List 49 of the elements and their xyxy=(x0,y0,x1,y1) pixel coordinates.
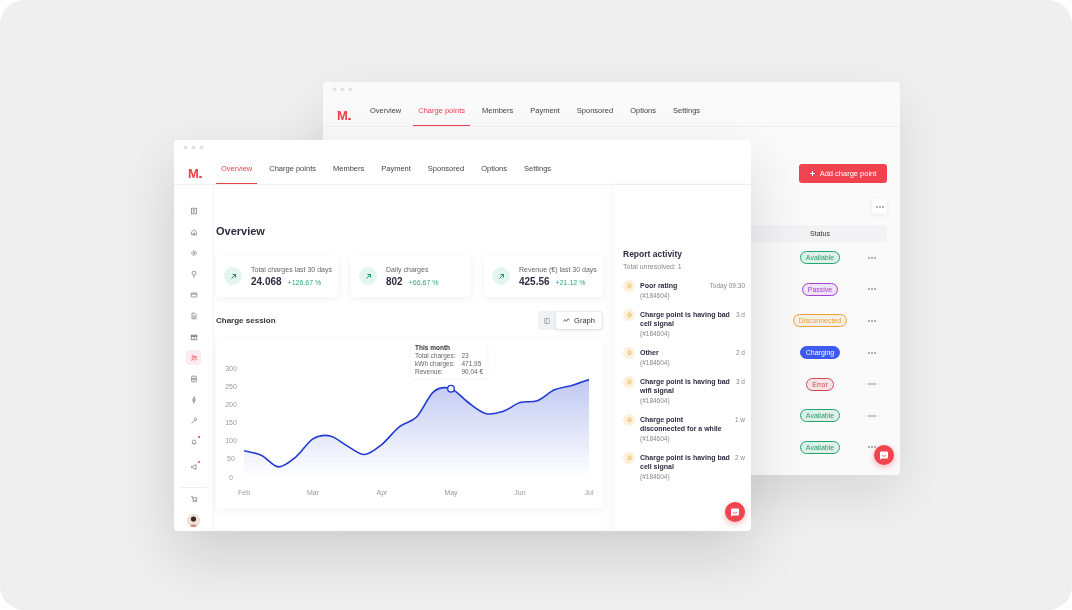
stat-value: 802 xyxy=(386,275,403,287)
bell-icon xyxy=(623,346,635,359)
bell-icon xyxy=(189,437,198,446)
trend-up-icon xyxy=(359,267,377,285)
bell-icon xyxy=(623,279,635,292)
more-icon[interactable] xyxy=(868,351,876,354)
logo: M xyxy=(188,166,202,180)
more-icon[interactable] xyxy=(868,256,876,259)
avatar[interactable] xyxy=(187,514,200,527)
more-icon[interactable] xyxy=(868,288,876,291)
sidebar-item[interactable] xyxy=(186,350,201,365)
chat-button[interactable] xyxy=(874,445,894,465)
lightbulb-icon xyxy=(189,269,198,278)
wrench-icon xyxy=(189,416,198,425)
tablet-icon xyxy=(189,374,198,383)
card-icon xyxy=(189,290,198,299)
plus-icon xyxy=(809,171,815,176)
chat-icon xyxy=(730,507,740,517)
more-button[interactable] xyxy=(872,199,887,214)
document-icon xyxy=(189,206,198,215)
bell-icon xyxy=(623,451,635,464)
chat-button[interactable] xyxy=(725,502,745,522)
home-icon xyxy=(189,227,198,236)
bell-icon xyxy=(623,413,635,426)
more-icon[interactable] xyxy=(868,383,876,386)
cart-icon xyxy=(189,494,198,503)
logo: M xyxy=(337,108,351,122)
table-icon xyxy=(544,317,550,324)
stat-value: 24.068 xyxy=(251,275,282,287)
bell-icon xyxy=(623,308,635,321)
page-title: Overview xyxy=(216,224,266,238)
more-icon[interactable] xyxy=(868,414,876,417)
file-icon xyxy=(189,311,198,320)
lightning-icon xyxy=(189,395,198,404)
gear-icon xyxy=(189,248,198,257)
data-point-marker xyxy=(447,384,455,393)
stat-value: 425.56 xyxy=(519,275,550,287)
trend-up-icon xyxy=(492,267,510,285)
section-title: Charge session xyxy=(216,316,276,325)
megaphone-icon xyxy=(189,462,198,471)
trend-up-icon xyxy=(224,267,242,285)
more-icon[interactable] xyxy=(875,205,884,208)
bell-icon xyxy=(623,375,635,388)
line-graph-icon xyxy=(563,318,571,323)
more-icon[interactable] xyxy=(868,446,876,449)
panel-title: Report activity xyxy=(623,249,684,260)
chat-icon xyxy=(879,450,889,460)
people-icon xyxy=(189,353,198,362)
gift-icon xyxy=(189,332,198,341)
